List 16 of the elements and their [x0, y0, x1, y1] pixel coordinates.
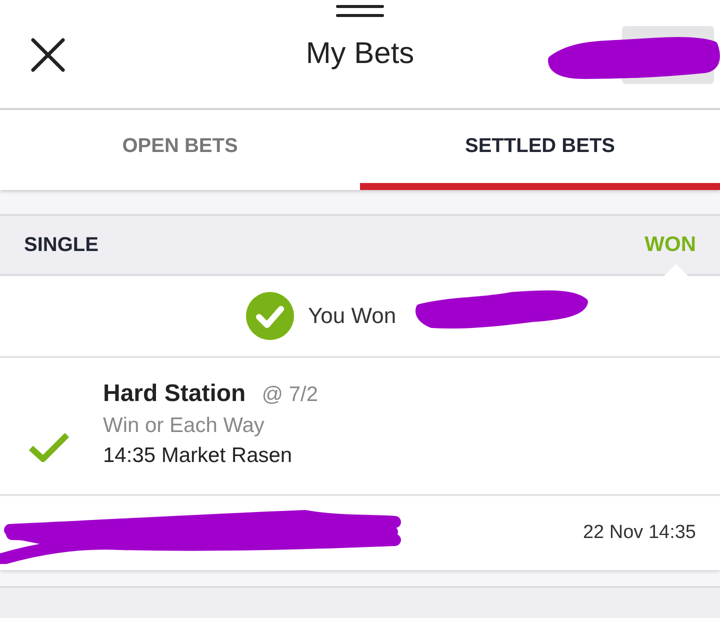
event-name: 14:35 Market Rasen	[103, 444, 294, 468]
bet-date: 22 Nov 14:35	[582, 522, 696, 544]
page-title: My Bets	[306, 37, 414, 71]
selection-name: Hard Station	[103, 380, 246, 408]
winnings-text: You Won	[308, 303, 396, 329]
checkmark-icon	[28, 432, 70, 462]
close-button[interactable]	[30, 37, 66, 73]
pointer-notch	[664, 264, 688, 276]
tab[interactable]: OPEN BETS	[0, 110, 360, 190]
bet-result: WON	[644, 233, 696, 257]
drag-handle-icon[interactable]	[336, 4, 384, 18]
selection-odds: @ 7/2	[262, 383, 318, 407]
check-circle-icon	[246, 292, 294, 340]
tab[interactable]: SETTLED BETS	[360, 110, 720, 190]
bet-type: SINGLE	[24, 234, 98, 256]
market-name: Win or Each Way	[103, 414, 266, 438]
